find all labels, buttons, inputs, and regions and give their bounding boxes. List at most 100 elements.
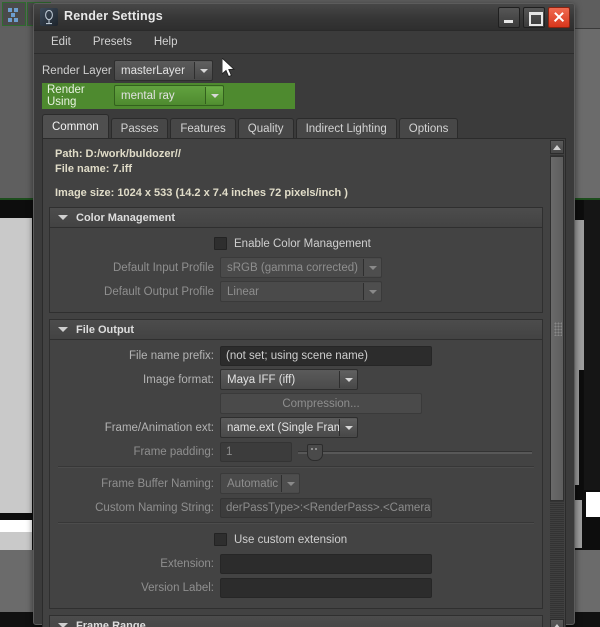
frame-buffer-naming-dropdown[interactable]: Automatic [220, 473, 300, 494]
divider [58, 522, 534, 524]
extension-input[interactable] [220, 553, 432, 574]
render-layer-value: masterLayer [121, 64, 185, 77]
chevron-down-icon [339, 419, 357, 436]
scroll-down-button[interactable] [550, 619, 564, 627]
enable-color-management-row: Enable Color Management [58, 233, 534, 254]
frame-padding-row: Frame padding: 1 [58, 441, 534, 462]
extension-label: Extension: [160, 557, 214, 570]
menu-bar: Edit Presets Help [34, 31, 574, 54]
viewport-glare-right [586, 492, 600, 517]
chevron-down-icon [205, 87, 223, 104]
file-name-prefix-label: File name prefix: [128, 349, 214, 362]
frame-buffer-naming-label: Frame Buffer Naming: [101, 477, 214, 490]
render-using-row: Render Using mental ray [42, 82, 566, 109]
image-format-value: Maya IFF (iff) [227, 373, 296, 386]
render-using-label: Render Using [47, 83, 85, 108]
chevron-down-icon [339, 371, 357, 388]
version-label-row: Version Label: [58, 577, 534, 598]
version-label-label: Version Label: [141, 581, 214, 594]
extension-row: Extension: [58, 553, 534, 574]
settings-scrollbar[interactable] [550, 140, 564, 627]
section-header-color-management[interactable]: Color Management [50, 208, 542, 228]
collapse-triangle-icon [58, 327, 68, 332]
menu-item-help[interactable]: Help [145, 34, 187, 50]
scroll-up-button[interactable] [550, 140, 564, 154]
use-custom-extension-row: Use custom extension [58, 529, 534, 550]
custom-naming-string-row: Custom Naming String: derPassType>:<Rend… [58, 497, 534, 518]
use-custom-extension-checkbox[interactable] [214, 533, 227, 546]
maya-render-icon [40, 8, 58, 26]
collapse-triangle-icon [58, 215, 68, 220]
file-name-prefix-row: File name prefix: (not set; using scene … [58, 345, 534, 366]
frame-padding-input[interactable]: 1 [220, 441, 292, 462]
default-input-profile-label: Default Input Profile [112, 261, 214, 274]
compression-button[interactable]: Compression... [220, 393, 422, 414]
info-path: Path: D:/work/buldozer// [55, 148, 181, 160]
settings-scroll-content: Path: D:/work/buldozer// File name: 7.if… [43, 139, 549, 627]
section-header-frame-range[interactable]: Frame Range [50, 616, 542, 627]
render-using-strip: Render Using mental ray [42, 82, 295, 109]
frame-padding-slider[interactable] [298, 443, 534, 461]
image-format-label: Image format: [143, 373, 214, 386]
tab-quality[interactable]: Quality [237, 118, 294, 139]
tab-common[interactable]: Common [42, 114, 109, 138]
chevron-down-icon [281, 475, 299, 492]
minimize-button[interactable] [498, 7, 520, 28]
menu-item-edit[interactable]: Edit [42, 34, 80, 50]
render-layer-dropdown[interactable]: masterLayer [114, 60, 213, 81]
render-settings-window: Render Settings Edit Presets Help Render… [33, 3, 575, 627]
window-titlebar[interactable]: Render Settings [34, 4, 574, 31]
slider-handle[interactable] [307, 443, 323, 461]
use-custom-extension-label: Use custom extension [234, 533, 348, 546]
render-glyph-icon [45, 9, 53, 25]
image-format-dropdown[interactable]: Maya IFF (iff) [220, 369, 358, 390]
section-file-output: File Output File name prefix: (not set; … [49, 319, 543, 609]
default-output-profile-dropdown[interactable]: Linear [220, 281, 382, 302]
slider-track [298, 450, 532, 454]
viewport-highlight-left [0, 520, 32, 532]
viewport-wall-left-lower [0, 532, 32, 550]
menu-item-presets[interactable]: Presets [84, 34, 141, 50]
default-input-profile-dropdown[interactable]: sRGB (gamma corrected) [220, 257, 382, 278]
render-using-dropdown[interactable]: mental ray [114, 85, 224, 106]
close-button[interactable] [548, 7, 570, 28]
chevron-down-icon [363, 283, 381, 300]
custom-naming-string-input[interactable]: derPassType>:<RenderPass>.<Camera> [220, 497, 432, 518]
frame-animation-ext-row: Frame/Animation ext: name.ext (Single Fr… [58, 417, 534, 438]
chevron-down-icon [194, 62, 212, 79]
maximize-button[interactable] [523, 7, 545, 28]
default-output-profile-label: Default Output Profile [104, 285, 214, 298]
enable-color-management-checkbox[interactable] [214, 237, 227, 250]
tab-passes[interactable]: Passes [110, 118, 169, 139]
frame-buffer-naming-value: Automatic [227, 477, 279, 490]
tab-options[interactable]: Options [398, 118, 459, 139]
frame-animation-ext-label: Frame/Animation ext: [104, 421, 214, 434]
render-using-value: mental ray [121, 89, 175, 102]
version-label-input[interactable] [220, 577, 432, 598]
tab-bar: Common Passes Features Quality Indirect … [34, 110, 574, 139]
scrollbar-thumb[interactable] [550, 156, 564, 501]
shelf-icon-1[interactable] [2, 2, 26, 26]
common-tab-panel: Path: D:/work/buldozer// File name: 7.if… [42, 138, 566, 627]
maximize-icon [529, 12, 543, 26]
viewport-left-filler [0, 28, 34, 198]
frame-animation-ext-value: name.ext (Single Frame) [227, 421, 339, 434]
frame-padding-label: Frame padding: [133, 445, 214, 458]
section-title: Frame Range [76, 619, 146, 627]
scrollbar-grip-icon [554, 321, 562, 336]
divider [58, 466, 534, 468]
section-header-file-output[interactable]: File Output [50, 320, 542, 340]
scroll-up-icon [553, 144, 561, 150]
minimize-icon [504, 20, 513, 23]
file-name-prefix-input[interactable]: (not set; using scene name) [220, 345, 432, 366]
frame-animation-ext-dropdown[interactable]: name.ext (Single Frame) [220, 417, 358, 438]
info-file-name: File name: 7.iff [55, 163, 133, 175]
image-format-row: Image format: Maya IFF (iff) [58, 369, 534, 390]
tab-indirect-lighting[interactable]: Indirect Lighting [295, 118, 397, 139]
render-layer-row: Render Layer masterLayer [42, 60, 566, 81]
compression-row: Compression... [58, 393, 534, 414]
viewport-wall-left [0, 218, 32, 513]
tab-features[interactable]: Features [170, 118, 236, 139]
scroll-down-icon [553, 623, 561, 627]
section-body-color-management: Enable Color Management Default Input Pr… [50, 228, 542, 312]
